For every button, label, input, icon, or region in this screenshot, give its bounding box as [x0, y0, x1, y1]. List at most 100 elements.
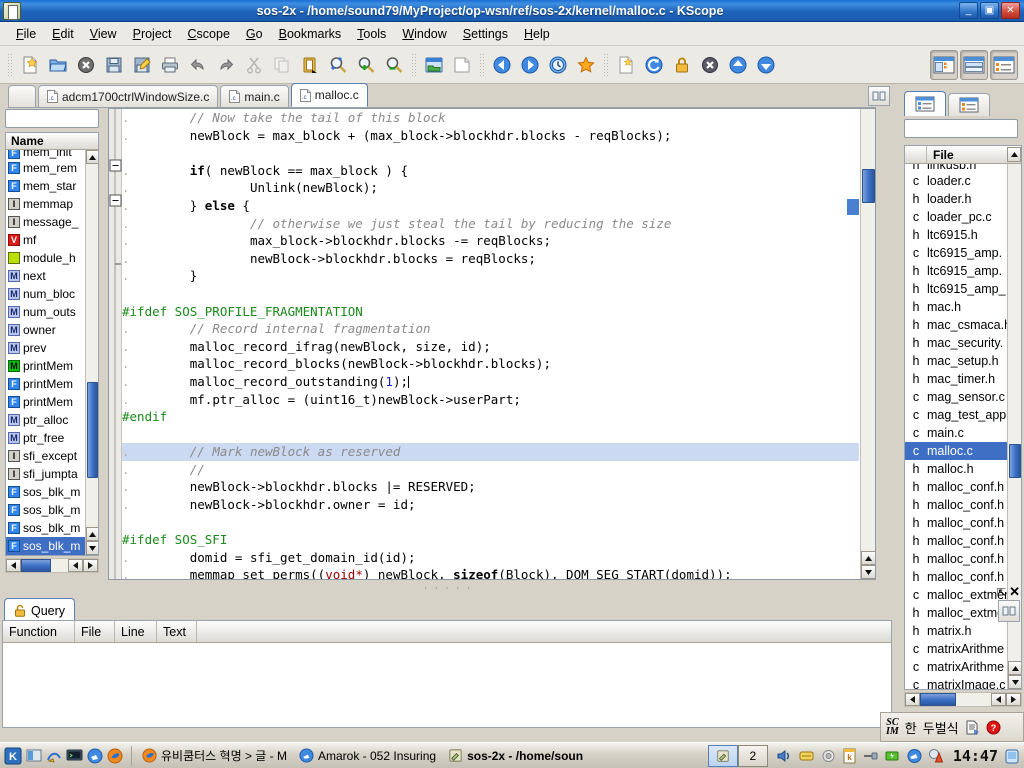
file-list-header[interactable]: File	[905, 146, 1021, 164]
symbol-list-item[interactable]: Fsos_blk_m	[6, 537, 85, 555]
battery-icon[interactable]	[884, 748, 901, 764]
code-line[interactable]: . malloc_record_blocks(newBlock->blockhd…	[122, 355, 859, 373]
usb-icon[interactable]	[862, 748, 879, 764]
symbol-list-item[interactable]: Fmem_rem	[6, 159, 85, 177]
file-list-item[interactable]: h ltc6915_amp.	[905, 262, 1007, 280]
code-line[interactable]: . newBlock->blockhdr.blocks |= RESERVED;	[122, 478, 859, 496]
redo-icon[interactable]	[212, 50, 240, 80]
code-line[interactable]: . domid = sfi_get_domain_id(id);	[122, 549, 859, 567]
file-list-item[interactable]: h matrix.h	[905, 622, 1007, 640]
code-text[interactable]: . // Now take the tail of this block. ne…	[122, 109, 859, 579]
forward-icon[interactable]	[516, 50, 544, 80]
code-line[interactable]	[122, 514, 859, 532]
zoom-in-icon[interactable]	[352, 50, 380, 80]
file-list-item[interactable]: c matrixImage.c	[905, 676, 1007, 689]
file-list-item[interactable]: h mac_timer.h	[905, 370, 1007, 388]
file-list-item[interactable]: h mac_security.	[905, 334, 1007, 352]
horizontal-splitter[interactable]: · · · · ·	[0, 582, 896, 594]
update-icon[interactable]	[928, 748, 945, 764]
file-hscrollbar[interactable]	[904, 692, 1022, 707]
symbol-scroll-down[interactable]	[86, 541, 98, 555]
symbol-hscroll-right[interactable]	[83, 559, 98, 572]
find-icon[interactable]	[324, 50, 352, 80]
file-list-item[interactable]: c loader_pc.c	[905, 208, 1007, 226]
file-search-input[interactable]	[904, 119, 1018, 138]
menu-project[interactable]: Project	[125, 25, 180, 43]
file-list-item[interactable]: h ltc6915.h	[905, 226, 1007, 244]
symbol-scroll-up-2[interactable]	[86, 527, 98, 541]
taskbar-window-firefox[interactable]: 유비쿰터스 혁명 > 글 - M	[136, 745, 293, 767]
toolbar-grip-3[interactable]	[479, 52, 485, 77]
code-editor[interactable]: . // Now take the tail of this block. ne…	[108, 108, 876, 580]
symbol-list-item[interactable]: Vmf	[6, 231, 85, 249]
prev-result-icon[interactable]	[724, 50, 752, 80]
menu-window[interactable]: Window	[394, 25, 454, 43]
file-list-item[interactable]: c matrixArithme	[905, 658, 1007, 676]
file-type-column-header[interactable]	[905, 146, 927, 163]
fold-gutter[interactable]	[109, 109, 122, 579]
code-line[interactable]	[122, 285, 859, 303]
symbol-list-item[interactable]: MprintMem	[6, 357, 85, 375]
browser-icon[interactable]	[87, 748, 103, 764]
toolbar-grip-4[interactable]	[603, 52, 609, 77]
file-list-item[interactable]: h malloc_conf.h	[905, 568, 1007, 586]
scim-language[interactable]: 한	[905, 718, 917, 737]
code-line[interactable]: . newBlock = max_block + (max_block->blo…	[122, 127, 859, 145]
undo-icon[interactable]	[184, 50, 212, 80]
minimize-button[interactable]: _	[959, 2, 978, 19]
layout-top-icon[interactable]	[960, 49, 988, 80]
code-line[interactable]: #ifdef SOS_SFI	[122, 531, 859, 549]
symbol-hscroll-thumb[interactable]	[21, 559, 51, 572]
symbol-scroll-up[interactable]	[86, 150, 98, 164]
refresh-query-icon[interactable]	[640, 50, 668, 80]
open-project-icon[interactable]	[420, 50, 448, 80]
desktop-2[interactable]: 2	[737, 744, 768, 767]
save-icon[interactable]	[100, 50, 128, 80]
file-list-item[interactable]: h linkusb.h	[905, 164, 1007, 172]
symbol-list-item[interactable]: Mnum_outs	[6, 303, 85, 321]
symbol-list-item[interactable]: FprintMem	[6, 375, 85, 393]
show-desktop-icon[interactable]	[26, 748, 42, 764]
symbol-list-item[interactable]: Imemmap	[6, 195, 85, 213]
column-file[interactable]: File	[75, 621, 115, 642]
undock-icon[interactable]: ⇱	[997, 586, 1006, 599]
taskbar-window-kscope[interactable]: sos-2x - /home/soun	[442, 745, 589, 767]
file-list-item[interactable]: h malloc_conf.h	[905, 514, 1007, 532]
symbol-list-header[interactable]: Name	[6, 133, 98, 150]
file-list-item[interactable]: h mac.h	[905, 298, 1007, 316]
query-book-button[interactable]	[998, 600, 1020, 622]
symbol-list-item[interactable]: Fmem_star	[6, 177, 85, 195]
column-line[interactable]: Line	[115, 621, 157, 642]
copy-icon[interactable]	[268, 50, 296, 80]
symbol-list-item[interactable]: Mptr_alloc	[6, 411, 85, 429]
symbol-list-item[interactable]: Mnext	[6, 267, 85, 285]
editor-tab-adcm1700ctrlwindowsize[interactable]: .c adcm1700ctrlWindowSize.c	[38, 85, 219, 107]
network-icon[interactable]	[906, 748, 923, 764]
file-list-item[interactable]: c ltc6915_amp.	[905, 244, 1007, 262]
file-list-item[interactable]: h malloc_extmer	[905, 604, 1007, 622]
code-line[interactable]	[122, 426, 859, 444]
editor-tab-malloc-c[interactable]: .c malloc.c	[290, 83, 368, 107]
close-file-icon[interactable]	[72, 50, 100, 80]
close-button[interactable]: ✕	[1001, 2, 1020, 19]
symbol-list-item[interactable]: Mprev	[6, 339, 85, 357]
bookmark-star-icon[interactable]	[572, 50, 600, 80]
file-list-item[interactable]: h mac_csmaca.h	[905, 316, 1007, 334]
kmenu-icon[interactable]: K	[4, 747, 22, 765]
code-line[interactable]: . newBlock->blockhdr.blocks = reqBlocks;	[122, 250, 859, 268]
symbol-list-item[interactable]: Imessage_	[6, 213, 85, 231]
layout-list-icon[interactable]	[990, 49, 1018, 80]
history-icon[interactable]	[544, 50, 572, 80]
file-hscroll-left-2[interactable]	[991, 693, 1006, 706]
code-line[interactable]: . malloc_record_outstanding(1);	[122, 373, 859, 391]
file-list-item[interactable]: h malloc_conf.h	[905, 550, 1007, 568]
file-list-item[interactable]: h mac_setup.h	[905, 352, 1007, 370]
symbol-list-item[interactable]: Mptr_free	[6, 429, 85, 447]
tab-symbol-tree[interactable]	[948, 93, 990, 116]
file-hscroll-right[interactable]	[1006, 693, 1021, 706]
editor-scroll-down[interactable]	[861, 565, 875, 579]
file-list-item[interactable]: h loader.h	[905, 190, 1007, 208]
symbol-list-item[interactable]: Isfi_jumpta	[6, 465, 85, 483]
file-hscroll-left[interactable]	[905, 693, 920, 706]
file-list-item[interactable]: c malloc_extmer	[905, 586, 1007, 604]
